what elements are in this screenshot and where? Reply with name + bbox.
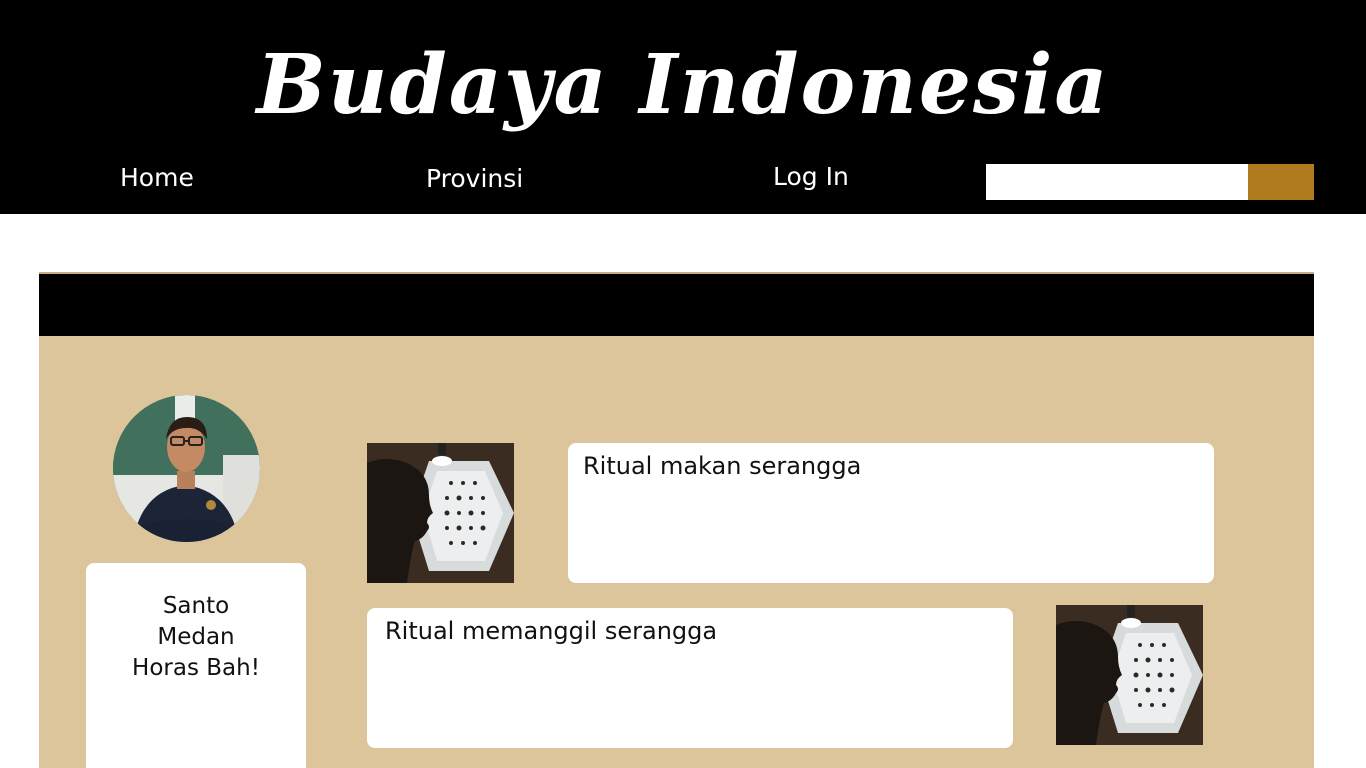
nav-home-link[interactable]: Home xyxy=(120,160,194,196)
nav-login-link[interactable]: Log In xyxy=(773,159,849,195)
post-card[interactable]: Ritual memanggil serangga xyxy=(367,608,1013,748)
post-thumbnail[interactable] xyxy=(1056,605,1203,745)
profile-card: Santo Medan Horas Bah! xyxy=(86,563,306,768)
post-image xyxy=(1056,605,1203,745)
profile-greeting: Horas Bah! xyxy=(132,655,260,681)
avatar xyxy=(113,395,260,542)
post-thumbnail[interactable] xyxy=(367,443,514,583)
post-title: Ritual memanggil serangga xyxy=(385,617,718,645)
profile-name: Santo xyxy=(162,593,230,619)
post-card[interactable]: Ritual makan serangga xyxy=(568,443,1214,583)
search-button[interactable] xyxy=(1248,164,1314,200)
content-panel: Santo Medan Horas Bah! Ritual makan sera… xyxy=(39,272,1314,768)
avatar-photo xyxy=(113,395,260,542)
search-input[interactable] xyxy=(986,164,1248,200)
nav-provinsi-link[interactable]: Provinsi xyxy=(426,161,523,197)
post-title: Ritual makan serangga xyxy=(583,452,862,480)
site-title: Budaya Indonesia xyxy=(256,37,1110,133)
site-header: Budaya Indonesia Home Provinsi Log In xyxy=(0,0,1366,214)
post-image xyxy=(367,443,514,583)
panel-header-bar xyxy=(39,274,1314,336)
profile-city: Medan xyxy=(157,624,235,650)
